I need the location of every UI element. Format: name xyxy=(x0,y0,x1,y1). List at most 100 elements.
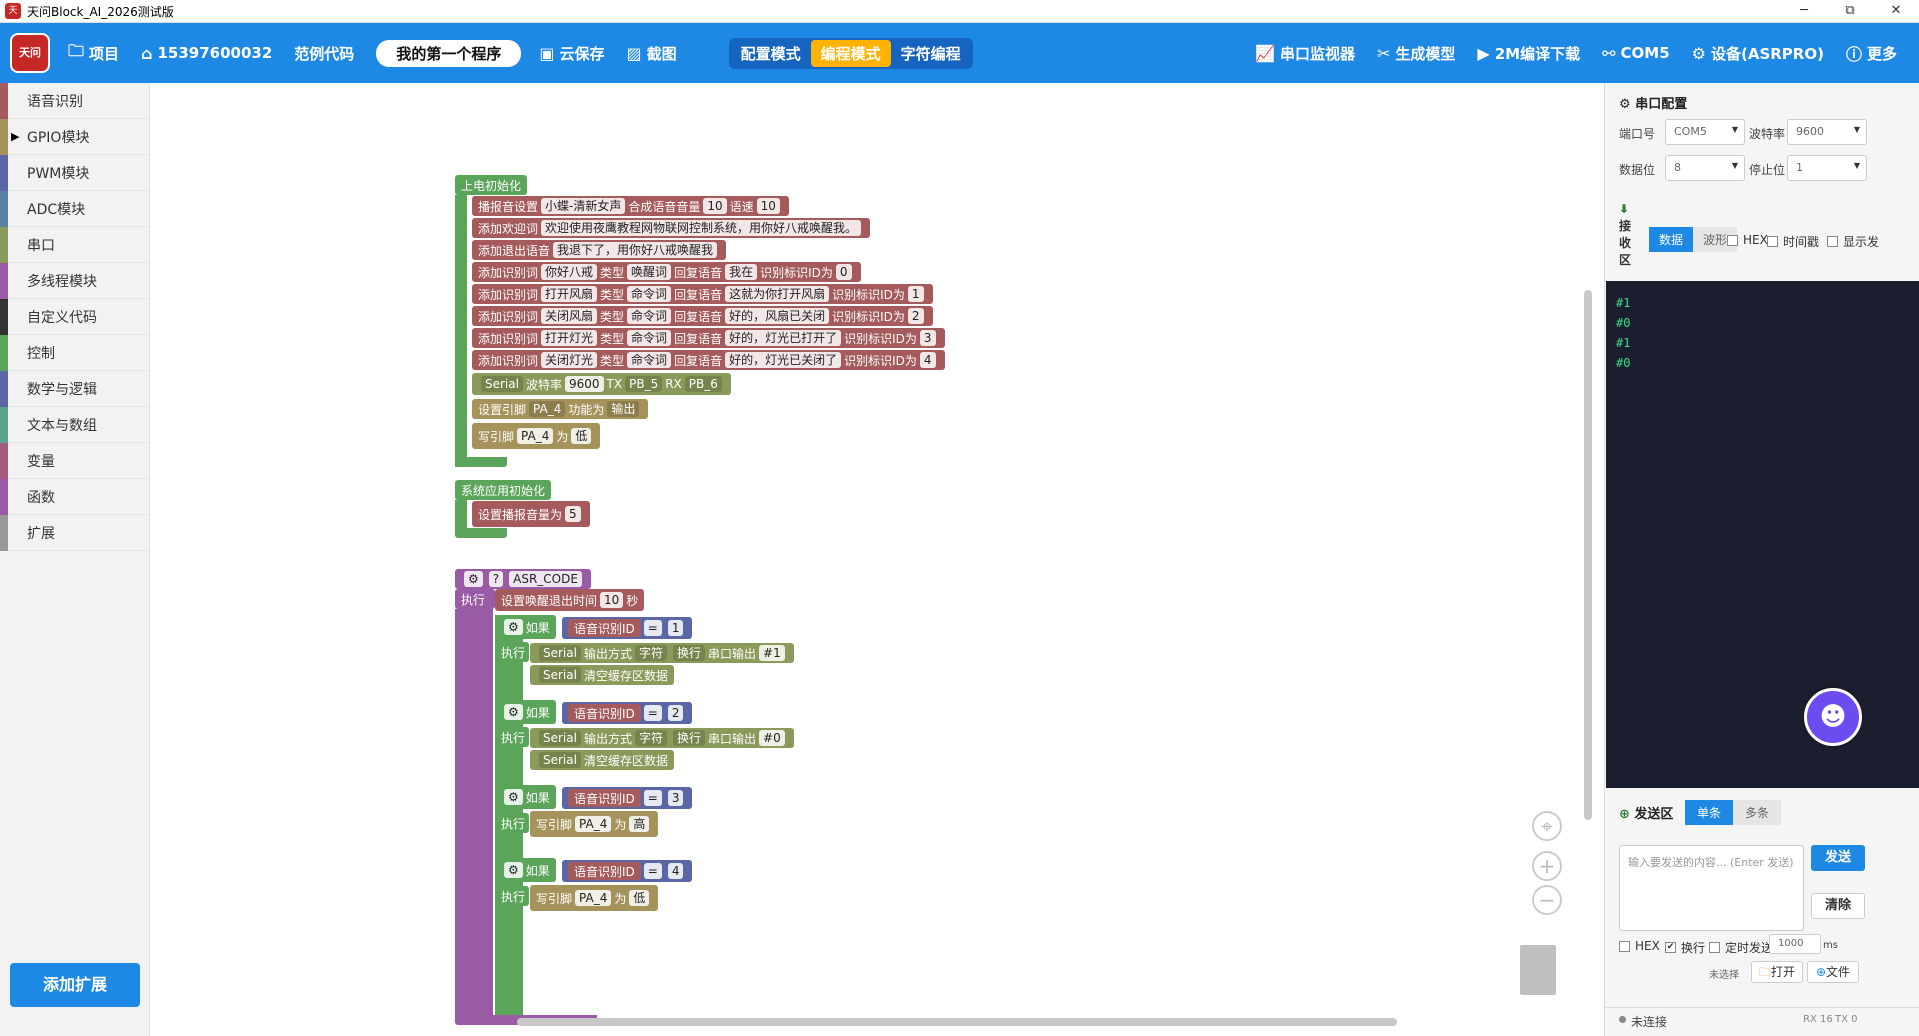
timestamp-checkbox[interactable]: 时间戳 xyxy=(1767,233,1819,250)
horizontal-scrollbar[interactable] xyxy=(517,1018,1397,1026)
file-button[interactable]: ⊕文件 xyxy=(1807,961,1859,983)
screenshot-button[interactable]: ▨ 截图 xyxy=(626,43,676,64)
port-select[interactable]: COM5 xyxy=(1665,119,1745,145)
account-button[interactable]: ⌂ 15397600032 xyxy=(141,44,272,63)
serial-output-block[interactable]: Serial 输出方式 字符 换行 串口输出 #1 xyxy=(530,643,794,663)
add-word-block[interactable]: 添加识别词 打开灯光 类型 命令词 回复语音 好的，灯光已打开了 识别标识ID为 3 xyxy=(472,328,945,348)
category-math-logic[interactable]: 数学与逻辑 xyxy=(0,371,149,407)
if-block[interactable]: ⚙ 如果 xyxy=(495,858,556,882)
category-custom-code[interactable]: 自定义代码 xyxy=(0,299,149,335)
category-variables[interactable]: 变量 xyxy=(0,443,149,479)
category-pwm[interactable]: PWM模块 xyxy=(0,155,149,191)
timed-send-checkbox[interactable]: 定时发送 xyxy=(1709,939,1773,956)
maximize-button[interactable]: ⧉ xyxy=(1827,0,1873,23)
folder-icon: 🗀 xyxy=(68,40,85,60)
tab-config-mode[interactable]: 配置模式 xyxy=(731,40,811,67)
category-text-array[interactable]: 文本与数组 xyxy=(0,407,149,443)
category-serial[interactable]: 串口 xyxy=(0,227,149,263)
zoom-in-icon[interactable]: + xyxy=(1532,851,1562,881)
condition-block[interactable]: 语音识别ID = 3 xyxy=(562,787,693,809)
databits-label: 数据位 xyxy=(1619,163,1656,177)
receive-label: ⬇接收区 xyxy=(1619,202,1632,267)
show-send-checkbox[interactable]: 显示发 xyxy=(1827,233,1879,250)
clear-buffer-block[interactable]: Serial 清空缓存区数据 xyxy=(530,750,674,770)
interval-input[interactable]: 1000 xyxy=(1769,934,1821,954)
stopbits-select[interactable]: 1 xyxy=(1787,155,1867,181)
databits-select[interactable]: 8 xyxy=(1665,155,1745,181)
port-button[interactable]: ⚯ COM5 xyxy=(1602,44,1670,63)
if-block[interactable]: ⚙ 如果 xyxy=(495,700,556,724)
write-pin-block[interactable]: 写引脚 PA_4 为低 xyxy=(530,885,659,911)
system-init-block[interactable]: 系统应用初始化 xyxy=(455,480,552,500)
ai-assistant-icon[interactable]: ☻ xyxy=(1804,688,1862,746)
write-pin-block[interactable]: 写引脚 PA_4 为高 xyxy=(530,811,659,837)
send-input[interactable]: 输入要发送的内容... (Enter 发送) xyxy=(1619,845,1804,931)
compile-download-button[interactable]: ▶ 2M编译下载 xyxy=(1477,43,1580,64)
link-icon: ⚯ xyxy=(1602,43,1616,63)
hex-checkbox[interactable]: HEX xyxy=(1727,233,1768,247)
add-extension-button[interactable]: 添加扩展 xyxy=(10,963,140,1007)
tab-programming-mode[interactable]: 编程模式 xyxy=(810,39,891,67)
power-on-init-body xyxy=(455,195,467,467)
clear-buffer-block[interactable]: Serial 清空缓存区数据 xyxy=(530,665,674,685)
exec-label: 执行 xyxy=(455,589,495,609)
newline-checkbox[interactable]: ✔ 换行 xyxy=(1665,939,1705,956)
baud-select[interactable]: 9600 xyxy=(1787,119,1867,145)
category-control[interactable]: 控制 xyxy=(0,335,149,371)
asr-code-body xyxy=(455,609,493,1023)
generate-model-button[interactable]: ✂ 生成模型 xyxy=(1377,43,1455,64)
block-workspace[interactable]: 上电初始化 播报音设置 小蝶-清新女声 合成语音音量 10 语速 10 添加欢迎… xyxy=(150,83,1580,1036)
close-button[interactable]: ✕ xyxy=(1873,0,1919,23)
receive-area[interactable]: #1 #0 #1 #0 xyxy=(1606,281,1919,788)
send-hex-checkbox[interactable]: HEX xyxy=(1619,939,1660,953)
program-name-field[interactable]: 我的第一个程序 xyxy=(376,39,522,67)
serial-monitor-button[interactable]: 📈 串口监视器 xyxy=(1255,43,1355,64)
welcome-word-block[interactable]: 添加欢迎词 欢迎使用夜鹰教程网物联网控制系统，用你好八戒唤醒我。 xyxy=(472,218,871,238)
add-word-block[interactable]: 添加识别词 打开风扇 类型 命令词 回复语音 这就为你打开风扇 识别标识ID为 1 xyxy=(472,284,933,304)
if-block[interactable]: ⚙ 如果 xyxy=(495,785,556,809)
category-extensions[interactable]: 扩展 xyxy=(0,515,149,551)
vertical-scrollbar[interactable] xyxy=(1584,290,1592,820)
if-block[interactable]: ⚙ 如果 xyxy=(495,615,556,639)
examples-button[interactable]: 范例代码 xyxy=(294,43,354,64)
pin-mode-block[interactable]: 设置引脚 PA_4 功能为 输出 xyxy=(472,399,649,419)
center-icon[interactable]: ⌖ xyxy=(1532,811,1562,841)
category-adc[interactable]: ADC模块 xyxy=(0,191,149,227)
minimize-button[interactable]: ─ xyxy=(1781,0,1827,23)
set-volume-block[interactable]: 设置播报音量为 5 xyxy=(472,501,590,527)
tab-text-programming[interactable]: 字符编程 xyxy=(891,40,971,67)
wake-timeout-block[interactable]: 设置唤醒退出时间 10 秒 xyxy=(495,589,645,611)
category-speech[interactable]: 语音识别 xyxy=(0,83,149,119)
zoom-out-icon[interactable]: − xyxy=(1532,885,1562,915)
more-button[interactable]: ⓘ 更多 xyxy=(1846,41,1897,65)
asr-code-block[interactable]: ⚙ ? ASR_CODE xyxy=(455,569,591,589)
tab-multi[interactable]: 多条 xyxy=(1733,800,1782,825)
serial-init-block[interactable]: Serial 波特率 9600 TX PB_5 RX PB_6 xyxy=(472,373,731,395)
write-pin-block[interactable]: 写引脚 PA_4 为 低 xyxy=(472,423,601,449)
tab-data[interactable]: 数据 xyxy=(1649,227,1694,252)
add-word-block[interactable]: 添加识别词 关闭灯光 类型 命令词 回复语音 好的，灯光已关闭了 识别标识ID为 4 xyxy=(472,350,945,370)
broadcast-setting-block[interactable]: 播报音设置 小蝶-清新女声 合成语音音量 10 语速 10 xyxy=(472,196,789,216)
trash-icon[interactable] xyxy=(1520,945,1556,995)
help-icon[interactable]: ? xyxy=(488,571,504,587)
device-button[interactable]: ⚙ 设备(ASRPRO) xyxy=(1692,43,1824,64)
category-functions[interactable]: 函数 xyxy=(0,479,149,515)
condition-block[interactable]: 语音识别ID = 1 xyxy=(562,617,693,639)
category-multithread[interactable]: 多线程模块 xyxy=(0,263,149,299)
project-menu[interactable]: 🗀 项目 xyxy=(68,40,119,67)
power-on-init-block[interactable]: 上电初始化 xyxy=(455,175,528,195)
open-button[interactable]: 🗀打开 xyxy=(1751,961,1803,983)
exit-voice-block[interactable]: 添加退出语音 我退下了，用你好八戒唤醒我 xyxy=(472,240,727,260)
clear-button[interactable]: 清除 xyxy=(1811,893,1865,919)
gear-icon[interactable]: ⚙ xyxy=(464,571,483,587)
tab-single[interactable]: 单条 xyxy=(1685,800,1734,825)
baud-label: 波特率 xyxy=(1749,127,1786,141)
serial-output-block[interactable]: Serial 输出方式 字符 换行 串口输出 #0 xyxy=(530,728,794,748)
condition-block[interactable]: 语音识别ID = 4 xyxy=(562,860,693,882)
send-button[interactable]: 发送 xyxy=(1811,845,1865,871)
category-gpio[interactable]: ▶ GPIO模块 xyxy=(0,119,149,155)
add-word-block[interactable]: 添加识别词 关闭风扇 类型 命令词 回复语音 好的，风扇已关闭 识别标识ID为 2 xyxy=(472,306,933,326)
cloud-save-button[interactable]: ▣ 云保存 xyxy=(539,43,604,64)
add-word-block[interactable]: 添加识别词 你好八戒 类型 唤醒词 回复语音 我在 识别标识ID为 0 xyxy=(472,262,861,282)
condition-block[interactable]: 语音识别ID = 2 xyxy=(562,702,693,724)
